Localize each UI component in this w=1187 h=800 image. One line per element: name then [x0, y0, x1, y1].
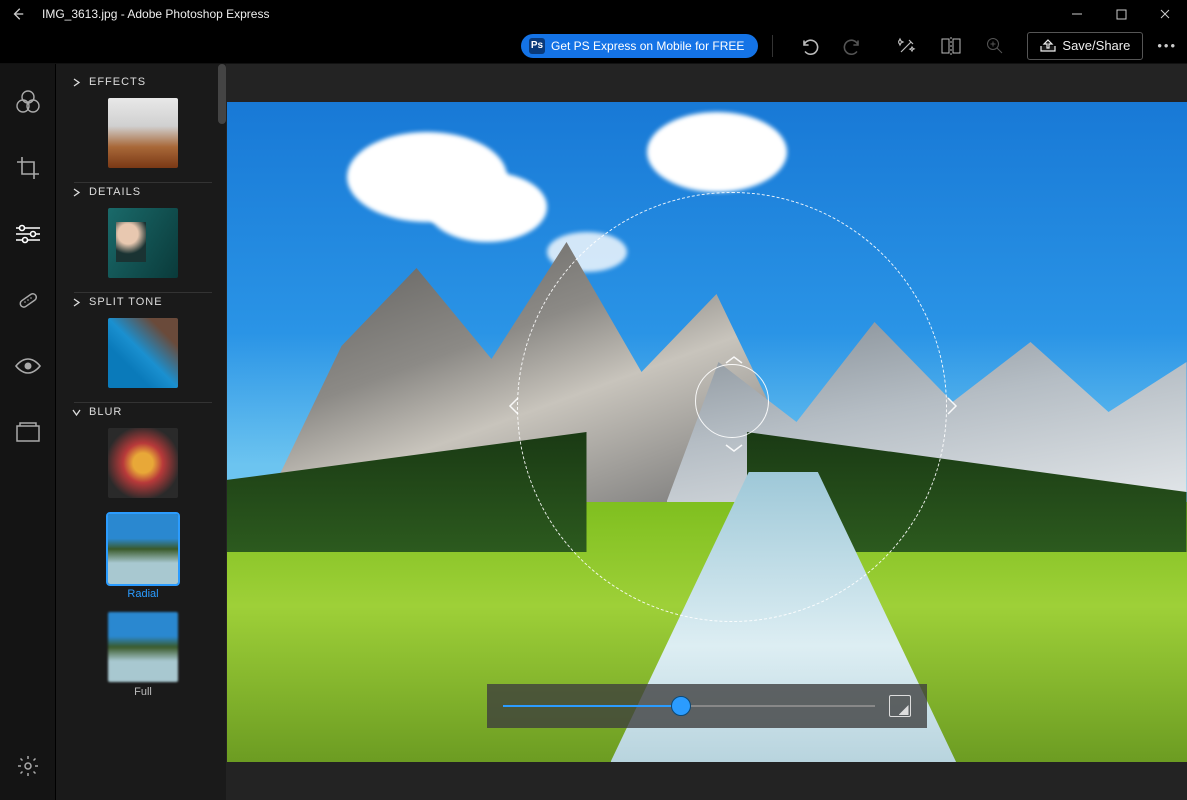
frames-tool[interactable] [8, 412, 48, 452]
section-label: BLUR [89, 406, 122, 418]
save-share-button[interactable]: Save/Share [1027, 32, 1143, 60]
crop-tool[interactable] [8, 148, 48, 188]
blur-thumb-full[interactable]: Full [108, 612, 178, 698]
invert-toggle[interactable] [889, 695, 911, 717]
chevron-right-icon [72, 78, 81, 87]
blur-thumb-none[interactable] [108, 428, 178, 502]
ps-icon: Ps [529, 38, 545, 54]
section-effects: EFFECTS [56, 72, 226, 182]
heal-tool[interactable] [8, 280, 48, 320]
titlebar: IMG_3613.jpg - Adobe Photoshop Express [0, 0, 1187, 28]
chevron-right-icon [72, 298, 81, 307]
settings-button[interactable] [8, 746, 48, 786]
auto-enhance-button[interactable] [895, 34, 919, 58]
section-label: DETAILS [89, 186, 141, 198]
more-menu[interactable]: ••• [1157, 38, 1177, 53]
section-header-details[interactable]: DETAILS [72, 186, 214, 198]
promo-pill[interactable]: Ps Get PS Express on Mobile for FREE [521, 34, 758, 58]
slider-knob[interactable] [671, 696, 691, 716]
minimize-button[interactable] [1055, 0, 1099, 28]
save-label: Save/Share [1062, 38, 1130, 53]
section-header-splittone[interactable]: SPLIT TONE [72, 296, 214, 308]
top-toolbar: Ps Get PS Express on Mobile for FREE Sav… [0, 28, 1187, 64]
section-header-effects[interactable]: EFFECTS [72, 76, 214, 88]
share-icon [1040, 39, 1056, 53]
section-splittone: SPLIT TONE [56, 292, 226, 402]
section-blur: BLUR Radial Full [56, 402, 226, 708]
redeye-tool[interactable] [8, 346, 48, 386]
section-label: EFFECTS [89, 76, 146, 88]
blur-thumb-radial[interactable]: Radial [108, 514, 178, 600]
promo-label: Get PS Express on Mobile for FREE [551, 39, 744, 53]
window-title: IMG_3613.jpg - Adobe Photoshop Express [42, 7, 269, 21]
details-thumb[interactable] [108, 208, 178, 282]
tool-rail [0, 64, 56, 800]
close-button[interactable] [1143, 0, 1187, 28]
blur-slider[interactable] [503, 705, 875, 707]
looks-tool[interactable] [8, 82, 48, 122]
effects-thumb[interactable] [108, 98, 178, 172]
splittone-thumb[interactable] [108, 318, 178, 392]
separator [772, 35, 773, 57]
back-button[interactable] [8, 4, 28, 24]
section-details: DETAILS [56, 182, 226, 292]
zoom-button[interactable] [983, 34, 1007, 58]
handle-left[interactable] [507, 396, 521, 419]
canvas-area [226, 64, 1187, 800]
handle-right[interactable] [945, 396, 959, 419]
section-header-blur[interactable]: BLUR [72, 406, 214, 418]
adjustments-panel: EFFECTS DETAILS SPLIT TONE BLUR [56, 64, 226, 800]
compare-button[interactable] [939, 34, 963, 58]
thumb-label: Full [108, 686, 178, 698]
chevron-right-icon [72, 188, 81, 197]
blur-slider-bar [487, 684, 927, 728]
radial-blur-inner[interactable] [695, 364, 769, 438]
handle-down[interactable] [724, 442, 744, 457]
handle-up[interactable] [724, 354, 744, 369]
thumb-label: Radial [108, 588, 178, 600]
photo[interactable] [227, 102, 1187, 762]
section-label: SPLIT TONE [89, 296, 163, 308]
redo-button[interactable] [841, 34, 865, 58]
undo-button[interactable] [797, 34, 821, 58]
adjustments-tool[interactable] [8, 214, 48, 254]
chevron-down-icon [72, 408, 81, 417]
maximize-button[interactable] [1099, 0, 1143, 28]
